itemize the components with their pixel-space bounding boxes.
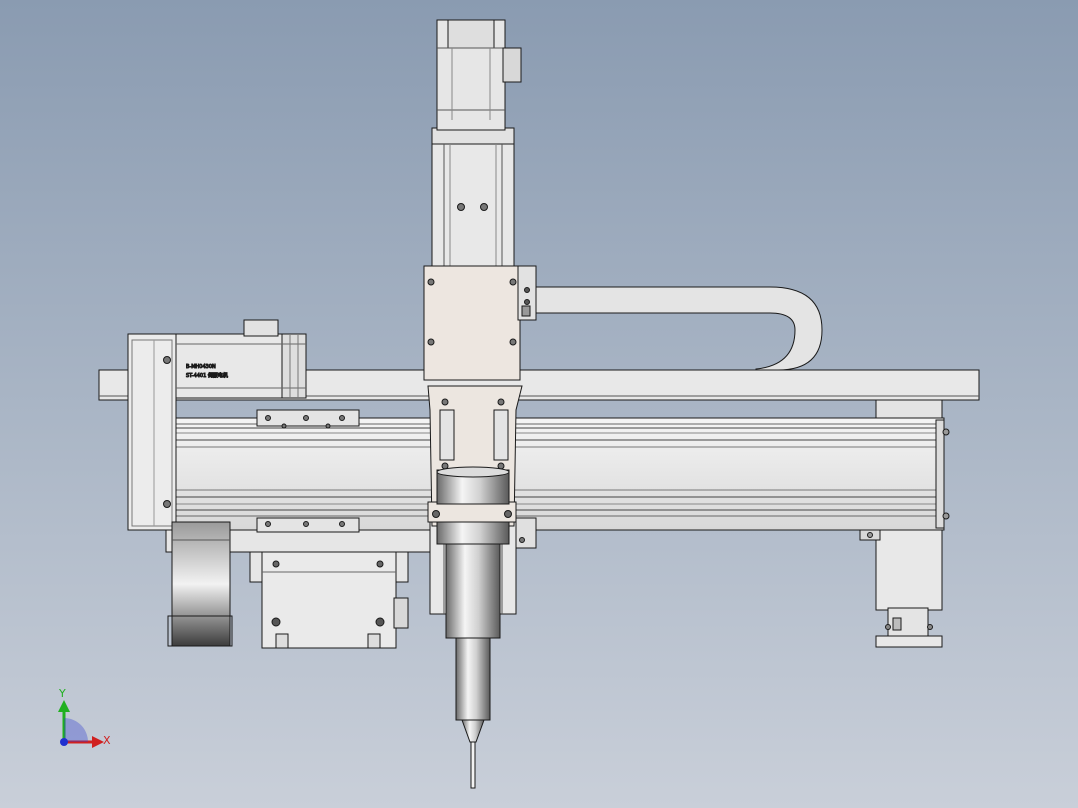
y-axis-label: Y [58, 687, 66, 700]
z-servo-motor [436, 19, 522, 131]
x-axis-beam [173, 417, 950, 531]
x-servo-motor: B-MH0430N ST-4401 伺服电机 [175, 319, 307, 399]
gantry-assembly-model: B-MH0430N ST-4401 伺服电机 Y X [58, 19, 980, 789]
drive-drum [167, 521, 233, 647]
motor-label-line1: B-MH0430N [186, 364, 216, 370]
x-axis-label: X [103, 734, 111, 747]
left-end-plate [127, 333, 177, 531]
z-carriage-plate [423, 265, 537, 381]
axis-triad: Y X [58, 687, 111, 748]
cad-viewport[interactable]: B-MH0430N ST-4401 伺服电机 Y X [0, 0, 1078, 808]
cable-chain [529, 286, 823, 371]
motor-label-line2: ST-4401 伺服电机 [186, 372, 228, 379]
lower-motor-block [249, 551, 409, 649]
